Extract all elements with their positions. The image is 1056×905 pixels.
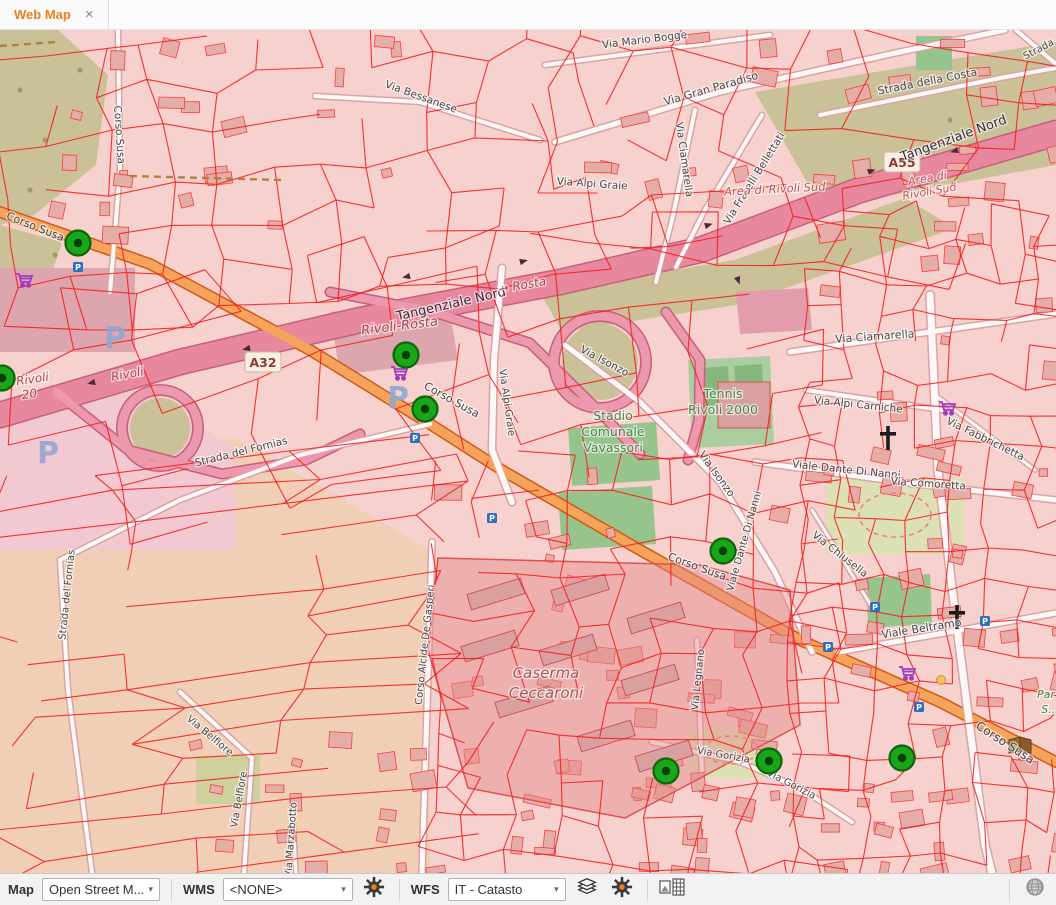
map-marker[interactable] [394,343,419,368]
toolbar-separator [171,879,172,901]
tab-bar: Web Map × [0,0,1056,30]
wms-select-value: <NONE> [230,882,283,897]
map-label: 20 [21,386,38,402]
tab-title: Web Map [14,7,71,22]
tab-bar-empty [109,0,1056,29]
map-layer-label: Map [8,882,34,897]
map-marker[interactable] [413,397,438,422]
wfs-settings-button[interactable] [609,877,636,903]
parking-icon-letter: P [825,643,831,652]
gear-icon [363,876,385,903]
chevron-down-icon: ▾ [554,884,559,895]
wfs-layers-button[interactable] [574,877,601,903]
parking-area-letter: P [104,321,126,356]
basemap-select-value: Open Street M... [49,882,144,897]
layers-icon [575,876,599,903]
map-marker[interactable] [0,366,15,391]
wfs-label: WFS [411,882,440,897]
map-marker[interactable] [654,759,679,784]
toolbar-separator [399,879,400,901]
chevron-down-icon: ▾ [148,884,153,895]
close-icon[interactable]: × [85,7,94,22]
chevron-down-icon: ▾ [341,884,346,895]
map-label: Caserma [513,664,580,682]
roundabout [937,676,946,685]
parking-icon-letter: P [982,617,988,626]
globe-icon [1025,877,1045,902]
basemap-select[interactable]: Open Street M... ▾ [42,878,160,901]
map-label: S... [1041,703,1056,716]
map-label: Par [1037,688,1056,701]
image-table-icon [659,877,685,902]
parking-icon-letter: P [75,263,81,272]
motorway-shield-label: A32 [249,355,276,370]
map-canvas[interactable]: PPPPPPPPPPA55A32Via Mario BoggeVia Bessa… [0,30,1056,873]
map-marker[interactable] [711,539,736,564]
map-label: Ceccaroni [509,684,584,702]
map-label: Stadio [593,408,633,423]
toolbar-separator [1009,879,1010,901]
tab-web-map[interactable]: Web Map × [0,0,109,29]
map-marker[interactable] [890,746,915,771]
map-label: Vavassori [583,440,643,455]
wms-select[interactable]: <NONE> ▾ [223,878,353,901]
wms-label: WMS [183,882,215,897]
parking-icon-letter: P [412,434,418,443]
toolbar-separator [647,879,648,901]
map-label: Comunale [581,424,645,439]
wfs-select-value: IT - Catasto [455,882,523,897]
parking-icon-letter: P [489,514,495,523]
parking-icon-letter: P [872,603,878,612]
map-marker[interactable] [757,749,782,774]
globe-button[interactable] [1021,877,1048,903]
parking-area-letter: P [387,381,409,416]
attribute-table-button[interactable] [659,877,686,903]
map-label: Tennis [702,386,742,401]
wms-settings-button[interactable] [361,877,388,903]
map-viewport[interactable]: PPPPPPPPPPA55A32Via Mario BoggeVia Bessa… [0,30,1056,873]
parking-icon-letter: P [916,703,922,712]
gear-icon [611,876,633,903]
parking-area-letter: P [37,436,59,471]
map-marker[interactable] [66,231,91,256]
wfs-select[interactable]: IT - Catasto ▾ [448,878,566,901]
bottom-toolbar: Map Open Street M... ▾ WMS <NONE> ▾ [0,873,1056,905]
map-label: Rivoli 2000 [688,402,758,417]
